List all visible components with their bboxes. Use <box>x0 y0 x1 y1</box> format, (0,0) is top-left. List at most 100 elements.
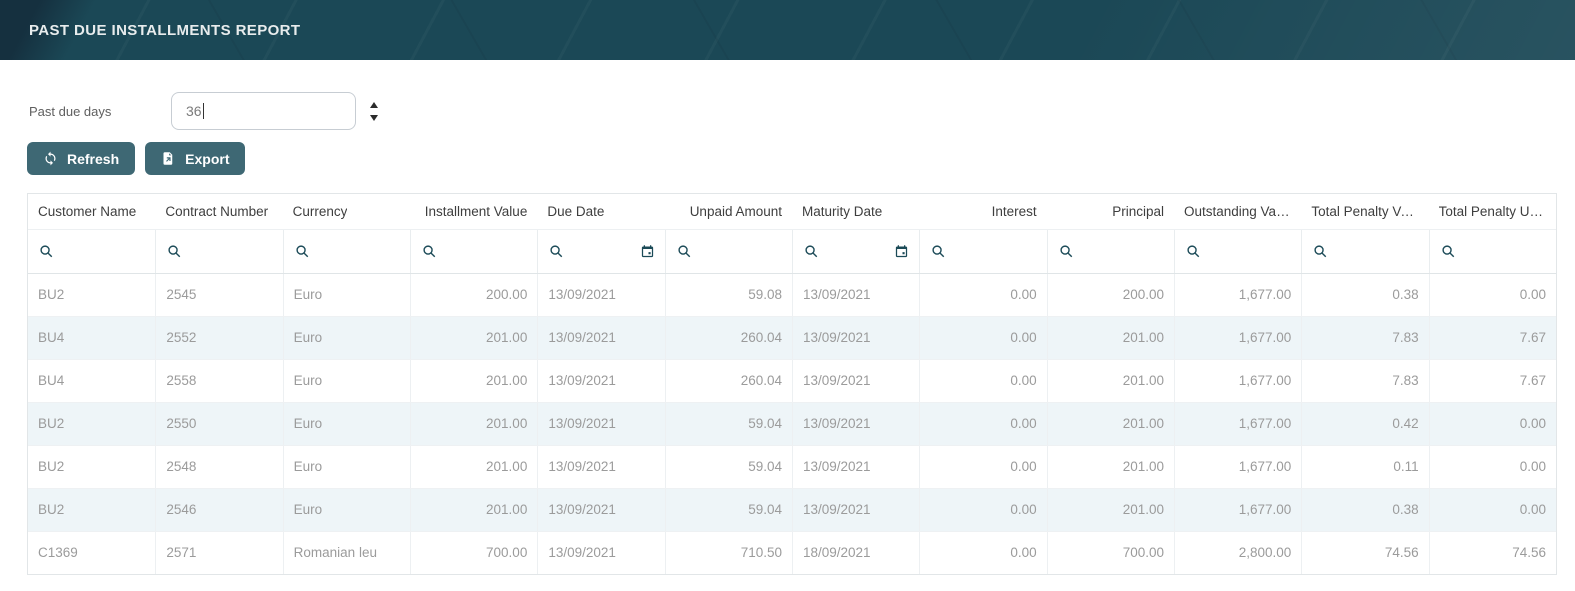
column-header-contract-number[interactable]: Contract Number <box>155 194 282 229</box>
cell-total-penalty-unpaid: 7.67 <box>1428 360 1556 402</box>
cell-installment-value: 200.00 <box>410 274 537 316</box>
filter-input-total-penalty-value[interactable] <box>1301 230 1428 273</box>
table-row[interactable]: BU2 2545 Euro 200.00 13/09/2021 59.08 13/09/20… <box>28 274 1556 317</box>
cell-contract-number: 2550 <box>155 403 282 445</box>
cell-currency: Romanian leu <box>282 532 410 574</box>
page-title: PAST DUE INSTALLMENTS REPORT <box>29 21 301 39</box>
column-header-interest[interactable]: Interest <box>919 194 1046 229</box>
filter-input-currency[interactable] <box>282 230 410 273</box>
filter-input-interest[interactable] <box>919 230 1046 273</box>
search-icon[interactable] <box>1185 243 1202 260</box>
column-header-label: Maturity Date <box>802 204 883 219</box>
column-header-outstanding-value[interactable]: Outstanding Value <box>1174 194 1301 229</box>
calendar-icon[interactable] <box>894 244 909 259</box>
column-header-customer-name[interactable]: Customer Name <box>28 194 155 229</box>
cell-outstanding-value: 1,677.00 <box>1174 489 1301 531</box>
cell-principal: 201.00 <box>1046 403 1174 445</box>
cell-interest: 0.00 <box>919 489 1046 531</box>
cell-total-penalty-value: 0.38 <box>1301 274 1428 316</box>
refresh-icon <box>43 151 58 166</box>
past-due-days-input[interactable]: 36 <box>171 92 356 130</box>
filter-input-contract-number[interactable] <box>155 230 282 273</box>
export-button-label: Export <box>185 150 230 167</box>
filter-input-maturity-date[interactable] <box>792 230 919 273</box>
cell-outstanding-value: 1,677.00 <box>1174 446 1301 488</box>
column-header-label: Contract Number <box>165 204 269 219</box>
search-icon[interactable] <box>1440 243 1457 260</box>
cell-unpaid-amount: 260.04 <box>664 360 792 402</box>
column-header-label: Principal <box>1112 204 1164 219</box>
column-header-label: Customer Name <box>38 204 137 219</box>
search-icon[interactable] <box>294 243 311 260</box>
filter-input-outstanding-value[interactable] <box>1174 230 1301 273</box>
table-row[interactable]: C1369 2571 Romanian leu 700.00 13/09/2021 710… <box>28 532 1556 574</box>
spinner-down-button[interactable] <box>370 114 378 121</box>
table-row[interactable]: BU2 2546 Euro 201.00 13/09/2021 59.04 13/09/20… <box>28 489 1556 532</box>
cell-interest: 0.00 <box>919 360 1046 402</box>
search-icon[interactable] <box>166 243 183 260</box>
column-header-total-penalty-unpaid[interactable]: Total Penalty Un… <box>1429 194 1556 229</box>
cell-interest: 0.00 <box>919 403 1046 445</box>
search-icon[interactable] <box>930 243 947 260</box>
text-caret <box>202 103 205 119</box>
search-icon[interactable] <box>676 243 693 260</box>
cell-principal: 201.00 <box>1046 360 1174 402</box>
table-row[interactable]: BU2 2548 Euro 201.00 13/09/2021 59.04 13/09/20… <box>28 446 1556 489</box>
refresh-button[interactable]: Refresh <box>27 142 136 175</box>
cell-unpaid-amount: 59.08 <box>664 274 792 316</box>
table-row[interactable]: BU4 2552 Euro 201.00 13/09/2021 260.04 13/09/2… <box>28 317 1556 360</box>
cell-customer-name: BU2 <box>38 502 65 517</box>
search-icon[interactable] <box>421 243 438 260</box>
filter-input-installment-value[interactable] <box>410 230 537 273</box>
filter-input-due-date[interactable] <box>537 230 664 273</box>
cell-maturity-date: 13/09/2021 <box>792 360 919 402</box>
column-header-maturity-date[interactable]: Maturity Date <box>792 194 919 229</box>
cell-unpaid-amount: 59.04 <box>664 446 792 488</box>
table-row[interactable]: BU2 2550 Euro 201.00 13/09/2021 59.04 13/09/20… <box>28 403 1556 446</box>
search-icon[interactable] <box>38 243 55 260</box>
column-header-due-date[interactable]: Due Date <box>537 194 664 229</box>
filter-input-total-penalty-unpaid[interactable] <box>1428 230 1556 273</box>
column-header-label: Currency <box>292 204 348 219</box>
column-header-label: Installment Value <box>424 204 528 219</box>
column-header-label: Total Penalty Un… <box>1438 204 1546 219</box>
cell-maturity-date: 13/09/2021 <box>792 446 919 488</box>
cell-interest: 0.00 <box>919 446 1046 488</box>
calendar-icon[interactable] <box>640 244 655 259</box>
page-header-bar: PAST DUE INSTALLMENTS REPORT <box>0 0 1575 60</box>
filter-input-unpaid-amount[interactable] <box>664 230 792 273</box>
export-button[interactable]: Export <box>145 142 246 175</box>
filter-input-customer-name[interactable] <box>28 230 155 273</box>
search-icon[interactable] <box>1312 243 1329 260</box>
table-row[interactable]: BU4 2558 Euro 201.00 13/09/2021 260.04 13/09/2… <box>28 360 1556 403</box>
cell-due-date: 13/09/2021 <box>537 317 664 359</box>
data-table: Customer Name Contract Number Currency Inst… <box>27 193 1557 575</box>
column-header-currency[interactable]: Currency <box>283 194 410 229</box>
past-due-days-value: 36 <box>186 103 202 119</box>
table-header-row: Customer Name Contract Number Currency Inst… <box>28 194 1556 229</box>
search-icon[interactable] <box>1058 243 1075 260</box>
column-header-principal[interactable]: Principal <box>1047 194 1174 229</box>
cell-total-penalty-unpaid: 0.00 <box>1428 274 1556 316</box>
column-header-label: Interest <box>991 204 1037 219</box>
column-header-label: Due Date <box>547 204 605 219</box>
column-header-unpaid-amount[interactable]: Unpaid Amount <box>665 194 792 229</box>
column-header-label: Total Penalty Val… <box>1311 204 1419 219</box>
spinner-up-button[interactable] <box>370 101 378 108</box>
filter-input-principal[interactable] <box>1046 230 1174 273</box>
cell-customer-name: BU2 <box>38 459 65 474</box>
column-header-label: Unpaid Amount <box>689 204 782 219</box>
cell-contract-number: 2545 <box>155 274 282 316</box>
cell-currency: Euro <box>282 446 410 488</box>
cell-total-penalty-unpaid: 0.00 <box>1428 489 1556 531</box>
search-icon[interactable] <box>803 243 820 260</box>
cell-total-penalty-value: 0.38 <box>1301 489 1428 531</box>
column-header-total-penalty-value[interactable]: Total Penalty Val… <box>1301 194 1428 229</box>
search-icon[interactable] <box>548 243 565 260</box>
cell-due-date: 13/09/2021 <box>537 360 664 402</box>
column-header-installment-value[interactable]: Installment Value <box>410 194 537 229</box>
cell-contract-number: 2548 <box>155 446 282 488</box>
cell-total-penalty-value: 0.42 <box>1301 403 1428 445</box>
cell-maturity-date: 13/09/2021 <box>792 489 919 531</box>
cell-installment-value: 201.00 <box>410 403 537 445</box>
